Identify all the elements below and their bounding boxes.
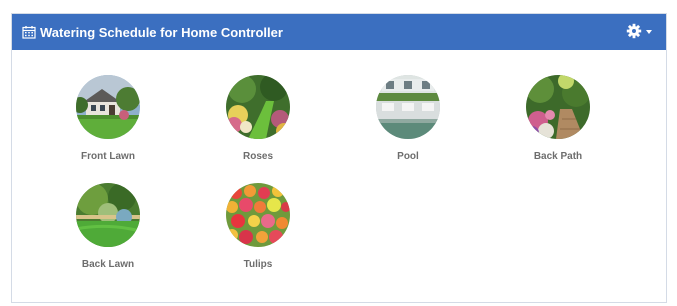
zone-pool[interactable]: Pool: [353, 75, 463, 162]
zone-back-path[interactable]: Back Path: [503, 75, 613, 162]
zone-tulips[interactable]: Tulips: [203, 183, 313, 270]
zone-label: Front Lawn: [81, 151, 135, 162]
zone-front-lawn[interactable]: Front Lawn: [53, 75, 163, 162]
panel-header: Watering Schedule for Home Controller: [12, 14, 666, 50]
zone-image-tulips[interactable]: [226, 183, 290, 247]
zone-image-pool[interactable]: [376, 75, 440, 139]
settings-dropdown[interactable]: [626, 23, 652, 39]
panel-title: Watering Schedule for Home Controller: [40, 24, 283, 40]
zone-roses[interactable]: Roses: [203, 75, 313, 162]
zone-image-back-path[interactable]: [526, 75, 590, 139]
gear-icon[interactable]: [626, 23, 642, 39]
zone-label: Back Path: [533, 151, 583, 162]
zone-label: Roses: [242, 151, 273, 162]
zone-label: Pool: [397, 151, 419, 162]
zone-back-lawn[interactable]: Back Lawn: [53, 183, 163, 270]
zone-image-back-lawn[interactable]: [76, 183, 140, 247]
watering-schedule-panel: Watering Schedule for Home Controller Fr…: [11, 13, 667, 303]
chevron-down-icon[interactable]: [646, 30, 652, 34]
zone-label: Back Lawn: [81, 259, 135, 270]
zone-image-front-lawn[interactable]: [76, 75, 140, 139]
calendar-icon: [22, 26, 36, 39]
zone-image-roses[interactable]: [226, 75, 290, 139]
zone-label: Tulips: [243, 259, 273, 270]
